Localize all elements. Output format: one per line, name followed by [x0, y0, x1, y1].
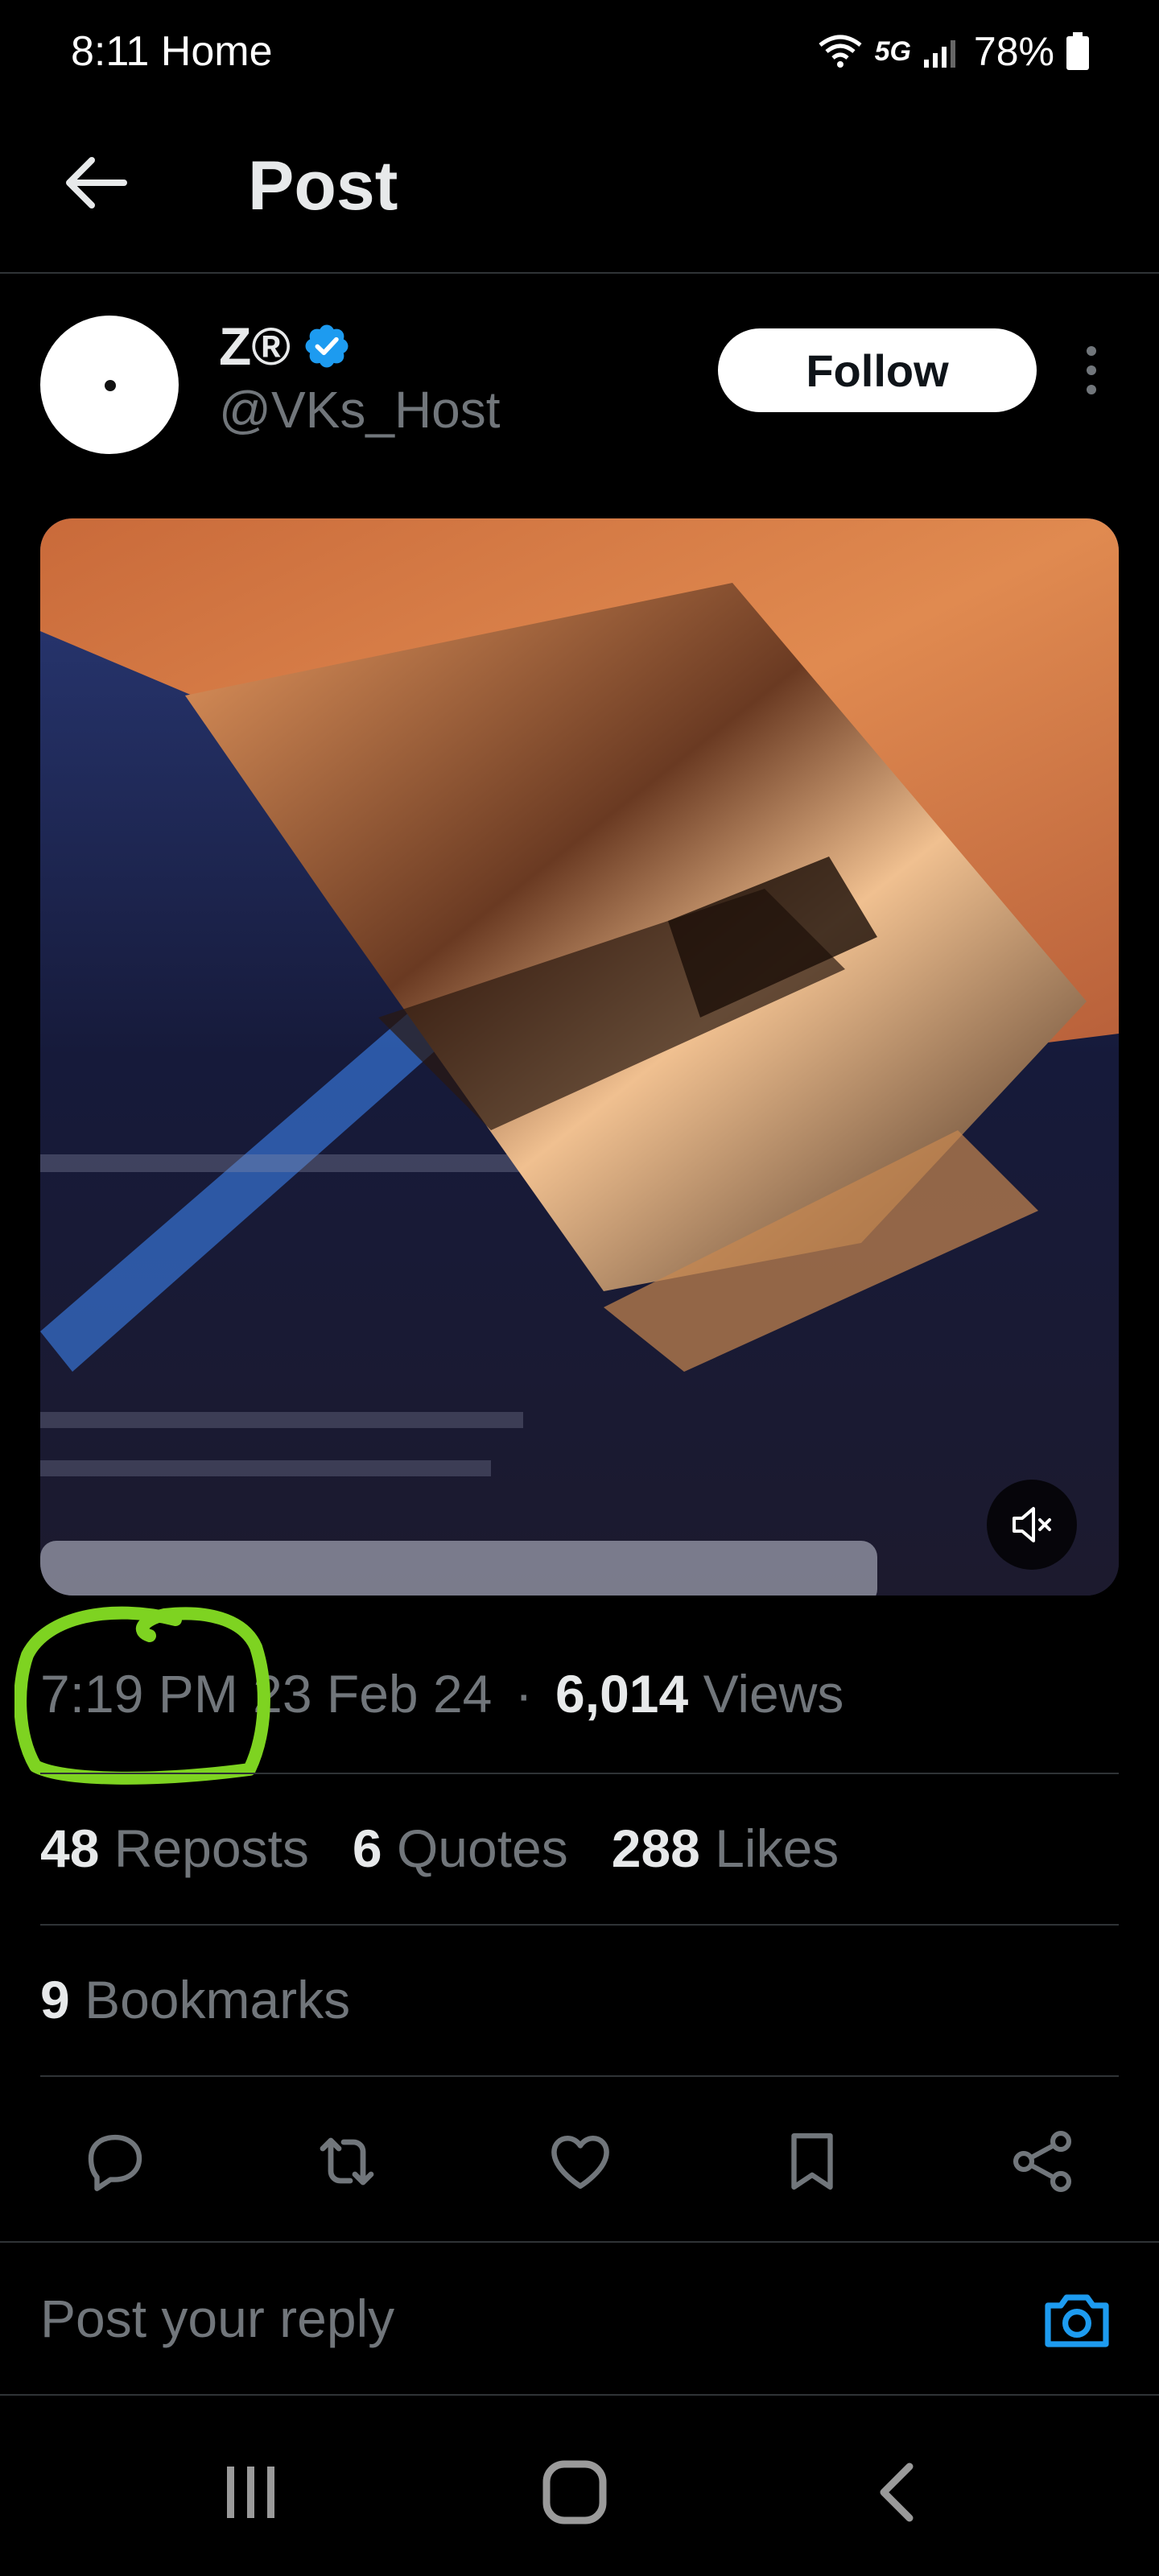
nav-back-icon — [880, 2462, 914, 2522]
top-header: Post — [0, 105, 1159, 274]
post-meta: 7:19 PM 23 Feb 24 · 6,014 Views — [40, 1663, 843, 1724]
reply-icon — [88, 2134, 142, 2191]
system-nav-bar — [0, 2394, 1159, 2576]
avatar[interactable] — [40, 316, 179, 454]
divider — [40, 1924, 1119, 1926]
bookmark-button[interactable] — [768, 2117, 856, 2206]
share-button[interactable] — [998, 2117, 1087, 2206]
action-bar — [0, 2109, 1159, 2214]
reply-composer — [0, 2241, 1159, 2394]
views-label: Views — [703, 1664, 844, 1724]
mute-button[interactable] — [987, 1480, 1077, 1570]
follow-button[interactable]: Follow — [718, 328, 1037, 412]
recents-button[interactable] — [203, 2444, 299, 2541]
repost-icon — [320, 2137, 374, 2186]
divider — [40, 2075, 1119, 2077]
likes-stat[interactable]: 288 Likes — [612, 1818, 839, 1879]
reply-input[interactable] — [40, 2278, 974, 2359]
battery-icon — [1066, 32, 1089, 70]
author-name[interactable]: Z® — [219, 316, 291, 377]
post-video[interactable] — [40, 518, 1119, 1596]
engagement-stats: 48 Reposts 6 Quotes 288 Likes — [40, 1818, 839, 1879]
views-count: 6,014 — [555, 1664, 689, 1724]
bookmark-icon — [791, 2132, 833, 2190]
nav-back-button[interactable] — [850, 2444, 947, 2541]
status-icons: 5G 78% — [817, 27, 1090, 76]
like-icon — [551, 2135, 609, 2189]
camera-icon[interactable] — [1038, 2281, 1116, 2359]
meta-separator: · — [514, 1664, 533, 1724]
status-bar: 8:11 Home 5G 78% — [0, 0, 1159, 105]
mute-icon — [1013, 1507, 1051, 1542]
post-date[interactable]: 23 Feb 24 — [253, 1664, 492, 1724]
home-icon — [542, 2460, 607, 2524]
page-title: Post — [248, 147, 398, 225]
recents-icon — [227, 2467, 274, 2518]
back-arrow-icon[interactable] — [60, 147, 132, 219]
divider — [40, 1773, 1119, 1774]
reply-button[interactable] — [71, 2117, 159, 2206]
author-handle[interactable]: @VKs_Host — [219, 380, 501, 440]
home-button[interactable] — [526, 2444, 623, 2541]
author-name-row[interactable]: Z® — [219, 316, 352, 377]
more-vertical-icon[interactable] — [1075, 338, 1107, 402]
status-time: 8:11 Home — [71, 28, 273, 75]
verified-badge-icon — [305, 324, 349, 368]
network-type: 5G — [874, 35, 911, 67]
signal-icon — [923, 40, 955, 68]
reposts-stat[interactable]: 48 Reposts — [40, 1818, 309, 1879]
quotes-stat[interactable]: 6 Quotes — [353, 1818, 568, 1879]
battery-percent: 78% — [973, 29, 1054, 74]
share-icon — [1013, 2131, 1072, 2192]
post-time[interactable]: 7:19 PM — [40, 1664, 238, 1724]
wifi-icon — [819, 35, 862, 68]
like-button[interactable] — [536, 2117, 625, 2206]
video-frame — [40, 518, 1119, 1596]
bookmarks-stat[interactable]: 9 Bookmarks — [40, 1969, 350, 2030]
repost-button[interactable] — [303, 2117, 391, 2206]
